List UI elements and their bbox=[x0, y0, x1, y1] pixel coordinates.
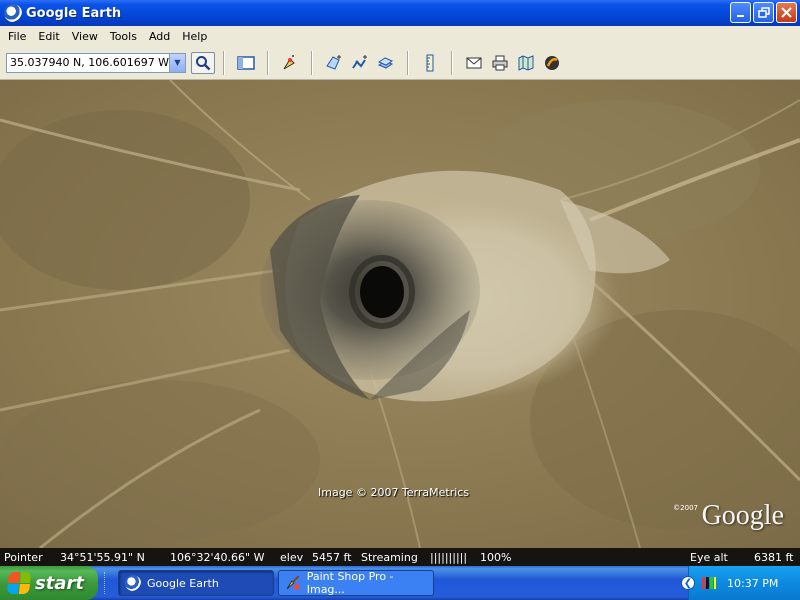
window-controls bbox=[730, 2, 797, 23]
ruler-button[interactable] bbox=[419, 52, 441, 74]
pointer-label: Pointer bbox=[4, 550, 43, 564]
task-paint-shop-pro[interactable]: Paint Shop Pro - Imag... bbox=[278, 570, 434, 596]
menu-tools[interactable]: Tools bbox=[104, 30, 143, 43]
restore-button[interactable] bbox=[753, 2, 774, 23]
close-icon bbox=[781, 7, 792, 18]
start-label: start bbox=[35, 572, 84, 594]
add-polygon-button[interactable] bbox=[323, 52, 345, 74]
email-button[interactable] bbox=[463, 52, 485, 74]
streaming-bar: |||||||||| bbox=[430, 550, 468, 564]
email-icon bbox=[466, 57, 482, 68]
pointer-longitude: 106°32'40.66" W bbox=[170, 550, 265, 564]
minimize-icon bbox=[736, 14, 744, 17]
menu-file[interactable]: File bbox=[2, 30, 32, 43]
google-earth-icon bbox=[4, 4, 22, 22]
eye-alt-label: Eye alt bbox=[690, 550, 728, 564]
status-bar: Pointer 34°51'55.91" N 106°32'40.66" W e… bbox=[0, 548, 800, 566]
close-button[interactable] bbox=[776, 2, 797, 23]
chevron-left-icon[interactable]: ❮ bbox=[681, 576, 695, 590]
fly-to-input[interactable]: 35.037940 N, 106.601697 W ▼ bbox=[6, 52, 186, 73]
menu-help[interactable]: Help bbox=[176, 30, 213, 43]
title-bar: Google Earth bbox=[0, 0, 800, 26]
logo-year: ©2007 bbox=[673, 504, 698, 512]
add-path-button[interactable] bbox=[349, 52, 371, 74]
google-logo: Google bbox=[701, 500, 784, 531]
globe-icon bbox=[545, 55, 559, 70]
toolbar-separator bbox=[267, 50, 269, 75]
earth-viewport[interactable]: Image © 2007 TerraMetrics ©2007 Google bbox=[0, 80, 800, 548]
toolbar: 35.037940 N, 106.601697 W ▼ bbox=[0, 46, 800, 80]
menu-bar: File Edit View Tools Add Help bbox=[0, 26, 800, 46]
start-button[interactable]: start bbox=[0, 566, 98, 600]
network-icon[interactable] bbox=[701, 576, 717, 590]
task-google-earth[interactable]: Google Earth bbox=[118, 570, 274, 596]
sky-button[interactable] bbox=[541, 52, 563, 74]
add-overlay-button[interactable] bbox=[375, 52, 397, 74]
add-placemark-button[interactable] bbox=[279, 52, 301, 74]
menu-add[interactable]: Add bbox=[143, 30, 176, 43]
toolbar-separator bbox=[223, 50, 225, 75]
fly-to-value: 35.037940 N, 106.601697 W bbox=[10, 56, 170, 69]
search-icon bbox=[196, 55, 211, 70]
system-tray: ❮ 10:37 PM bbox=[681, 566, 800, 600]
window-title: Google Earth bbox=[26, 5, 122, 21]
paint-shop-pro-icon bbox=[286, 575, 300, 590]
streaming-percent: 100% bbox=[480, 550, 512, 564]
elev-label: elev bbox=[280, 550, 304, 564]
task-label: Google Earth bbox=[147, 576, 219, 590]
taskbar-separator bbox=[104, 572, 107, 594]
print-icon bbox=[492, 55, 508, 70]
overlay-icon bbox=[377, 56, 394, 69]
path-icon bbox=[352, 54, 367, 69]
view-in-maps-button[interactable] bbox=[515, 52, 537, 74]
streaming-label: Streaming bbox=[361, 550, 418, 564]
menu-edit[interactable]: Edit bbox=[32, 30, 65, 43]
pointer-latitude: 34°51'55.91" N bbox=[60, 550, 145, 564]
restore-icon bbox=[757, 6, 770, 18]
print-button[interactable] bbox=[489, 52, 511, 74]
toolbar-separator bbox=[451, 50, 453, 75]
clock[interactable]: 10:37 PM bbox=[727, 577, 778, 590]
minimize-button[interactable] bbox=[730, 2, 751, 23]
menu-view[interactable]: View bbox=[66, 30, 104, 43]
maps-icon bbox=[518, 54, 534, 71]
placemark-icon bbox=[283, 54, 295, 69]
eye-alt-value: 6381 ft bbox=[754, 550, 794, 564]
toolbar-separator bbox=[311, 50, 313, 75]
elev-value: 5457 ft bbox=[312, 550, 352, 564]
taskbar: start Google Earth Paint Shop Pro - Imag… bbox=[0, 566, 800, 600]
sidebar-icon bbox=[237, 55, 255, 70]
toolbar-separator bbox=[407, 50, 409, 75]
task-label: Paint Shop Pro - Imag... bbox=[306, 570, 394, 596]
imagery-attribution: Image © 2007 TerraMetrics bbox=[318, 486, 470, 499]
sidebar-toggle-button[interactable] bbox=[235, 52, 257, 74]
google-earth-icon bbox=[125, 575, 141, 591]
ruler-icon bbox=[426, 54, 434, 71]
chevron-down-icon[interactable]: ▼ bbox=[169, 53, 185, 72]
search-button[interactable] bbox=[191, 51, 215, 74]
satellite-imagery bbox=[0, 80, 800, 548]
polygon-icon bbox=[326, 54, 341, 70]
windows-logo-icon bbox=[6, 572, 32, 594]
